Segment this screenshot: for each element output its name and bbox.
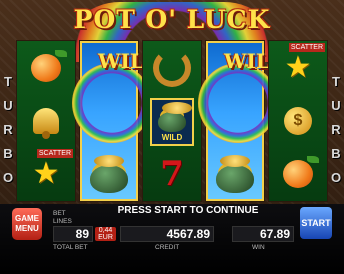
currency-indicator[interactable]: 0,44 EUR [95, 227, 116, 241]
horseshoe-icon [153, 48, 191, 87]
turbo-letter: U [331, 98, 341, 113]
total-bet-label: TOTAL BET [53, 244, 88, 251]
turbo-letter: U [3, 98, 13, 113]
star-icon: ★ [284, 50, 312, 84]
press-start-message: PRESS START TO CONTINUE [117, 205, 259, 216]
game-title: POT O' LUCK [60, 2, 284, 62]
game-menu-button[interactable]: GAME MENU [12, 208, 42, 240]
bell-symbol [17, 94, 75, 147]
bet-lines-label: BET LINES [53, 210, 72, 225]
bell-icon [33, 107, 59, 139]
turbo-letter: R [331, 122, 341, 137]
title-text: POT O' LUCK [73, 5, 271, 34]
peach-symbol [269, 147, 327, 200]
turbo-letter: B [3, 146, 13, 161]
slot-machine: POT O' LUCK T U R B O T U R B O ★ SCATTE… [0, 0, 344, 274]
turbo-letter: R [3, 122, 13, 137]
start-button[interactable]: START [300, 207, 332, 239]
credit-label: CREDIT [155, 244, 180, 251]
pot-of-gold-icon [158, 102, 192, 132]
wild-text: WILD [224, 49, 288, 73]
reel-3: WILD 7 [142, 40, 202, 202]
reel-5: ★ SCATTER $ [268, 40, 328, 202]
turbo-letter: T [332, 74, 340, 89]
win-label: WIN [252, 244, 265, 251]
coin-symbol: $ [269, 94, 327, 147]
win-value: 67.89 [232, 226, 294, 242]
star-scatter-symbol: ★ SCATTER [269, 41, 327, 94]
reel-2-wild: WILD [72, 40, 162, 202]
seven-symbol: 7 [143, 147, 201, 200]
rainbow-icon [72, 63, 152, 143]
currency-code: EUR [98, 234, 113, 241]
dollar-coin-icon: $ [284, 106, 312, 135]
reels: ★ SCATTER WILD WILD 7 WILD ★ SCATTER $ [16, 40, 328, 202]
wild-label: WILD [161, 133, 183, 142]
scatter-badge: SCATTER [36, 149, 73, 158]
peach-icon [31, 49, 67, 82]
pot-of-gold-icon [216, 155, 254, 193]
star-icon: ★ [32, 156, 60, 190]
turbo-letter: T [4, 74, 12, 89]
turbo-label-left[interactable]: T U R B O [1, 70, 15, 190]
rainbow-icon [198, 63, 278, 143]
wild-text: WILD [98, 49, 162, 73]
turbo-letter: O [330, 170, 342, 185]
peach-icon [283, 155, 319, 188]
turbo-letter: O [2, 170, 14, 185]
seven-icon: 7 [160, 153, 184, 194]
turbo-letter: B [331, 146, 341, 161]
small-pot-wild: WILD [150, 98, 194, 146]
peach-symbol [17, 41, 75, 94]
reel-4-wild: WILD [198, 40, 288, 202]
reel-1: ★ SCATTER [16, 40, 76, 202]
bet-lines-value[interactable]: 89 [53, 226, 93, 242]
currency-value: 0,44 [98, 227, 113, 234]
credit-value: 4567.89 [120, 226, 214, 242]
scatter-badge: SCATTER [288, 43, 325, 52]
turbo-label-right[interactable]: T U R B O [329, 70, 343, 190]
star-scatter-symbol: ★ SCATTER [17, 147, 75, 200]
wild-reel: WILD [72, 41, 162, 201]
horseshoe-symbol [143, 41, 201, 94]
pot-wild-symbol: WILD [143, 94, 201, 147]
wild-reel: WILD [198, 41, 288, 201]
pot-of-gold-icon [90, 155, 128, 193]
